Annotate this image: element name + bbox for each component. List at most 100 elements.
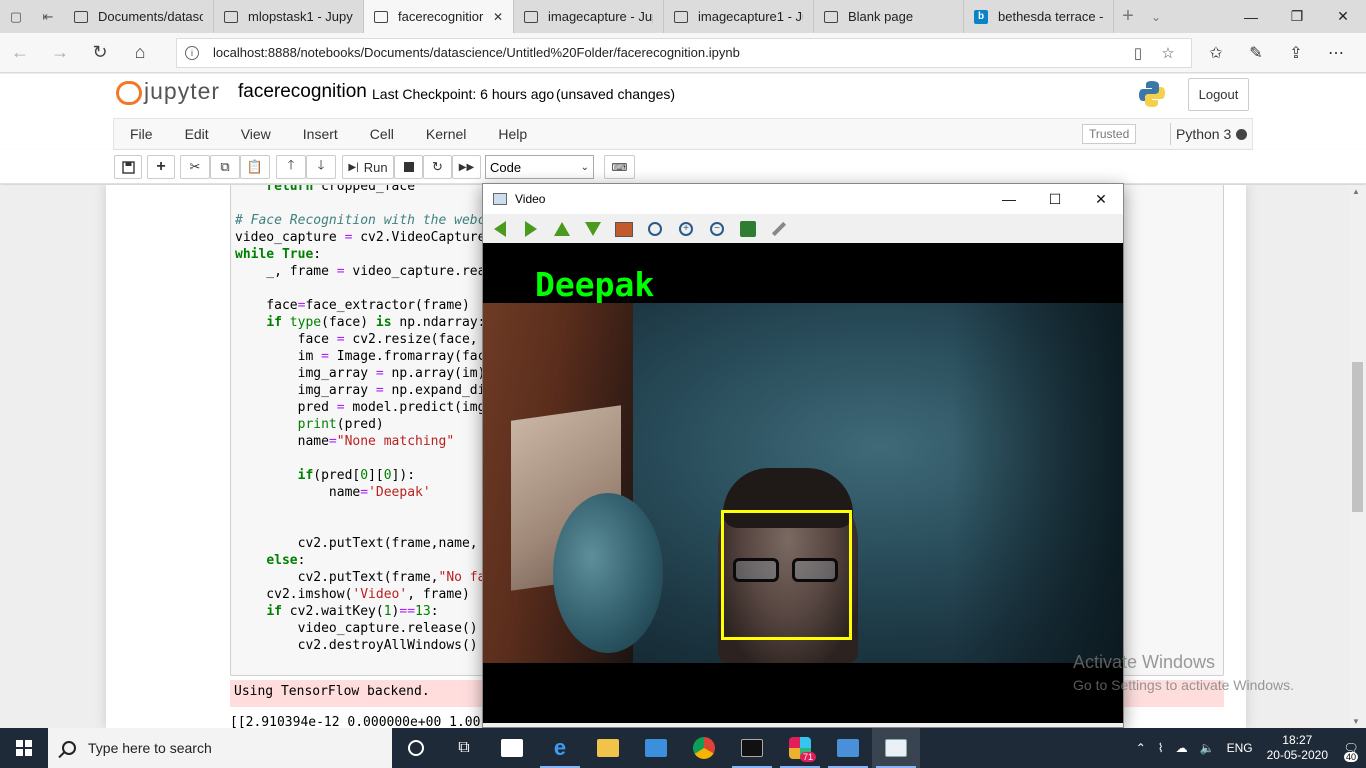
copy-button[interactable]: ⧉ — [210, 155, 240, 179]
menu-kernel[interactable]: Kernel — [410, 126, 482, 142]
jupyter-logo[interactable]: jupyter — [116, 78, 220, 105]
cell-type-select[interactable]: Code ⌄ — [485, 155, 594, 179]
pan-down-button[interactable] — [582, 218, 604, 240]
minimize-button[interactable]: — — [1228, 0, 1274, 33]
menu-view[interactable]: View — [225, 126, 287, 142]
cut-button[interactable]: ✂ — [180, 155, 210, 179]
action-center-button[interactable]: 🗨 40 — [1336, 728, 1366, 768]
pan-right-button[interactable] — [520, 218, 542, 240]
share-icon[interactable]: ⇪ — [1276, 43, 1316, 63]
browser-tab[interactable]: imagecapture - Jup — [514, 0, 664, 33]
tab-preview-icon[interactable]: ⇤ — [32, 0, 64, 33]
favorites-icon[interactable]: ✩ — [1196, 43, 1236, 63]
properties-button[interactable] — [768, 218, 790, 240]
move-down-button[interactable]: 🡓 — [306, 155, 336, 179]
file-explorer-button[interactable] — [584, 728, 632, 768]
code-token: if — [266, 604, 282, 619]
tab-set-aside-icon[interactable]: ▢ — [0, 0, 32, 33]
scrollbar-thumb[interactable] — [1352, 362, 1363, 512]
wifi-icon[interactable]: ⌇ — [1158, 741, 1164, 755]
address-bar[interactable]: i localhost:8888/notebooks/Documents/dat… — [176, 37, 1192, 68]
forward-button[interactable]: → — [40, 33, 80, 73]
tab-list: Documents/datasc mlopstask1 - Jupyt facere… — [64, 0, 1114, 33]
restart-button[interactable]: ↻ — [423, 155, 452, 179]
save-image-button[interactable] — [737, 218, 759, 240]
refresh-button[interactable]: ↻ — [80, 33, 120, 73]
menu-insert[interactable]: Insert — [287, 126, 354, 142]
close-tab-icon[interactable]: ✕ — [493, 10, 503, 24]
video-minimize-button[interactable]: — — [986, 184, 1032, 214]
reading-view-icon[interactable]: ▯ — [1123, 44, 1153, 62]
new-tab-button[interactable]: + — [1114, 0, 1142, 33]
menu-edit[interactable]: Edit — [169, 126, 225, 142]
trusted-badge[interactable]: Trusted — [1082, 124, 1137, 144]
zoom-in-icon: + — [679, 222, 693, 236]
photos-button[interactable] — [824, 728, 872, 768]
terminal-icon — [741, 739, 763, 757]
edge-button[interactable]: e — [536, 728, 584, 768]
mail-button[interactable] — [632, 728, 680, 768]
site-info-icon[interactable]: i — [185, 45, 199, 60]
menu-help[interactable]: Help — [482, 126, 543, 142]
taskbar-search[interactable]: Type here to search — [48, 728, 392, 768]
home-button[interactable]: ⌂ — [120, 33, 160, 73]
cortana-button[interactable] — [392, 728, 440, 768]
scroll-up-icon[interactable]: ▲ — [1352, 187, 1360, 196]
more-icon[interactable]: ⋯ — [1316, 43, 1356, 63]
back-button[interactable]: ← — [0, 33, 40, 73]
video-maximize-button[interactable]: ☐ — [1032, 184, 1078, 214]
code-editor[interactable]: return cropped_face # Face Recognition wi… — [235, 185, 493, 654]
zoom-out-button[interactable]: − — [706, 218, 728, 240]
show-hidden-icons-chevron[interactable]: ⌃ — [1136, 741, 1146, 755]
run-button[interactable]: ▶| Run — [342, 155, 394, 179]
scroll-down-icon[interactable]: ▼ — [1352, 717, 1360, 726]
insert-cell-button[interactable]: + — [147, 155, 175, 179]
volume-icon[interactable]: 🔈 — [1200, 741, 1215, 755]
interrupt-button[interactable] — [394, 155, 423, 179]
clock[interactable]: 18:27 20-05-2020 — [1267, 733, 1328, 763]
start-button[interactable] — [0, 728, 48, 768]
notes-icon[interactable]: ✎ — [1236, 43, 1276, 63]
pan-left-button[interactable] — [489, 218, 511, 240]
window-app-icon — [493, 193, 507, 205]
restore-button[interactable]: ❐ — [1274, 0, 1320, 33]
tab-list-chevron-icon[interactable]: ⌄ — [1142, 0, 1170, 33]
move-up-button[interactable]: 🡑 — [276, 155, 306, 179]
video-close-button[interactable]: ✕ — [1078, 184, 1123, 214]
browser-tab[interactable]: imagecapture1 - Ju — [664, 0, 814, 33]
zoom-in-button[interactable]: + — [675, 218, 697, 240]
browser-tab[interactable]: mlopstask1 - Jupyt — [214, 0, 364, 33]
code-line: video_capture.release() — [235, 620, 493, 637]
code-token: cv2.putText(frame, — [235, 570, 439, 585]
reset-zoom-button[interactable] — [613, 218, 635, 240]
logout-button[interactable]: Logout — [1188, 78, 1249, 111]
language-indicator[interactable]: ENG — [1227, 741, 1253, 755]
favorite-star-icon[interactable]: ☆ — [1153, 44, 1183, 62]
slack-button[interactable]: 71 — [776, 728, 824, 768]
command-palette-button[interactable]: ⌨ — [604, 155, 635, 179]
chrome-button[interactable] — [680, 728, 728, 768]
browser-tab[interactable]: Blank page — [814, 0, 964, 33]
browser-tab[interactable]: b bethesda terrace - — [964, 0, 1114, 33]
save-icon — [121, 160, 135, 174]
video-window-taskbar-button[interactable] — [872, 728, 920, 768]
zoom-fit-button[interactable] — [644, 218, 666, 240]
onedrive-icon[interactable]: ☁ — [1176, 741, 1188, 755]
kernel-name[interactable]: Python 3 — [1176, 126, 1231, 142]
page-scrollbar[interactable]: ▲ ▼ — [1349, 185, 1366, 728]
browser-tab[interactable]: Documents/datasc — [64, 0, 214, 33]
notebook-title[interactable]: facerecognition — [238, 81, 367, 103]
save-button[interactable] — [114, 155, 142, 179]
restart-run-all-button[interactable]: ▶▶ — [452, 155, 481, 179]
close-button[interactable]: ✕ — [1320, 0, 1366, 33]
pan-up-button[interactable] — [551, 218, 573, 240]
video-window-titlebar[interactable]: Video — ☐ ✕ — [483, 184, 1123, 214]
task-view-button[interactable]: ⧉ — [440, 728, 488, 768]
browser-tab[interactable]: facerecognitior ✕ — [364, 0, 514, 33]
store-button[interactable] — [488, 728, 536, 768]
cmd-button[interactable] — [728, 728, 776, 768]
menu-cell[interactable]: Cell — [354, 126, 410, 142]
paste-button[interactable]: 📋 — [240, 155, 270, 179]
menu-file[interactable]: File — [114, 126, 169, 142]
